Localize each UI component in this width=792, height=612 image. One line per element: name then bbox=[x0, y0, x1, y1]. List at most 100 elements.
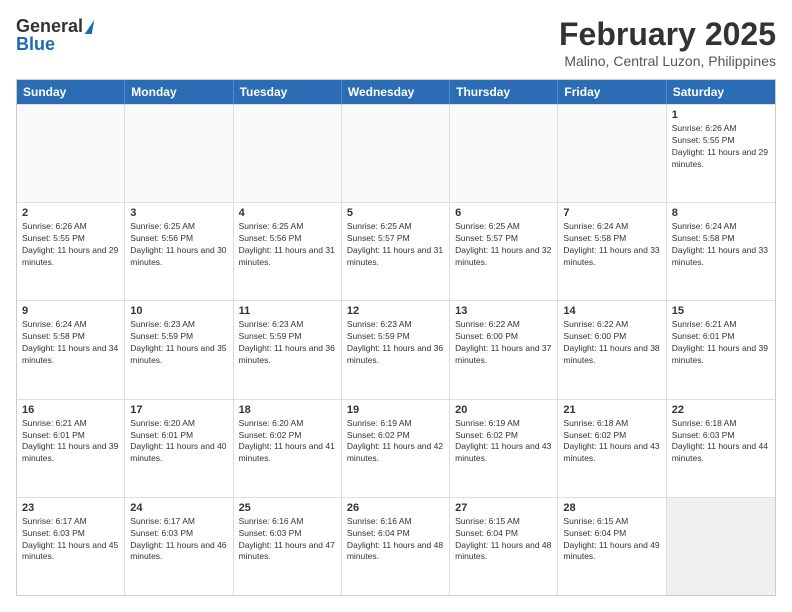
calendar-cell-w4-d4: 19Sunrise: 6:19 AMSunset: 6:02 PMDayligh… bbox=[342, 400, 450, 497]
logo-triangle-icon bbox=[85, 20, 94, 34]
day-number: 18 bbox=[239, 404, 336, 416]
calendar-cell-w3-d6: 14 Sunrise: 6:22 AMSunset: 6:00 PMDayligh… bbox=[558, 301, 666, 398]
day-header-sunday: Sunday bbox=[17, 80, 125, 104]
day-number: 9 bbox=[22, 305, 119, 317]
day-info: Sunrise: 6:16 AMSunset: 6:04 PMDaylight:… bbox=[347, 516, 444, 564]
calendar-cell-w1-d2 bbox=[125, 105, 233, 202]
calendar-cell-w1-d3 bbox=[234, 105, 342, 202]
day-info: Sunrise: 6:16 AMSunset: 6:03 PMDaylight:… bbox=[239, 516, 336, 564]
calendar-cell-w3-d3: 11Sunrise: 6:23 AMSunset: 5:59 PMDayligh… bbox=[234, 301, 342, 398]
calendar-cell-w2-d5: 6Sunrise: 6:25 AMSunset: 5:57 PMDaylight… bbox=[450, 203, 558, 300]
day-number: 1 bbox=[672, 109, 770, 121]
day-number: 28 bbox=[563, 502, 660, 514]
calendar-header: SundayMondayTuesdayWednesdayThursdayFrid… bbox=[17, 80, 775, 104]
day-info: Sunrise: 6:15 AMSunset: 6:04 PMDaylight:… bbox=[455, 516, 552, 564]
day-number: 11 bbox=[239, 305, 336, 317]
calendar-week-2: 2 Sunrise: 6:26 AMSunset: 5:55 PMDaylight… bbox=[17, 202, 775, 300]
calendar-cell-w5-d2: 24Sunrise: 6:17 AMSunset: 6:03 PMDayligh… bbox=[125, 498, 233, 595]
calendar-cell-w3-d4: 12 Sunrise: 6:23 AMSunset: 5:59 PMDayligh… bbox=[342, 301, 450, 398]
day-number: 17 bbox=[130, 404, 227, 416]
day-number: 7 bbox=[563, 207, 660, 219]
calendar-cell-w3-d5: 13 Sunrise: 6:22 AMSunset: 6:00 PMDayligh… bbox=[450, 301, 558, 398]
day-info: Sunrise: 6:18 AMSunset: 6:03 PMDaylight:… bbox=[672, 418, 770, 466]
day-header-monday: Monday bbox=[125, 80, 233, 104]
calendar-cell-w4-d2: 17 Sunrise: 6:20 AMSunset: 6:01 PMDayligh… bbox=[125, 400, 233, 497]
calendar-cell-w3-d2: 10 Sunrise: 6:23 AMSunset: 5:59 PMDayligh… bbox=[125, 301, 233, 398]
day-info: Sunrise: 6:23 AMSunset: 5:59 PMDaylight:… bbox=[130, 319, 227, 367]
calendar-cell-w1-d7: 1 Sunrise: 6:26 AMSunset: 5:55 PMDaylight… bbox=[667, 105, 775, 202]
logo-blue: Blue bbox=[16, 34, 55, 55]
calendar-cell-w4-d7: 22 Sunrise: 6:18 AMSunset: 6:03 PMDayligh… bbox=[667, 400, 775, 497]
day-info: Sunrise: 6:15 AMSunset: 6:04 PMDaylight:… bbox=[563, 516, 660, 564]
day-number: 24 bbox=[130, 502, 227, 514]
calendar-cell-w2-d4: 5 Sunrise: 6:25 AMSunset: 5:57 PMDaylight… bbox=[342, 203, 450, 300]
calendar-week-1: 1 Sunrise: 6:26 AMSunset: 5:55 PMDaylight… bbox=[17, 104, 775, 202]
day-number: 14 bbox=[563, 305, 660, 317]
day-info: Sunrise: 6:24 AMSunset: 5:58 PMDaylight:… bbox=[672, 221, 770, 269]
day-info: Sunrise: 6:18 AMSunset: 6:02 PMDaylight:… bbox=[563, 418, 660, 466]
day-info: Sunrise: 6:22 AMSunset: 6:00 PMDaylight:… bbox=[455, 319, 552, 367]
day-header-friday: Friday bbox=[558, 80, 666, 104]
day-info: Sunrise: 6:25 AMSunset: 5:56 PMDaylight:… bbox=[130, 221, 227, 269]
calendar-cell-w1-d5 bbox=[450, 105, 558, 202]
calendar-cell-w2-d1: 2 Sunrise: 6:26 AMSunset: 5:55 PMDaylight… bbox=[17, 203, 125, 300]
day-info: Sunrise: 6:22 AMSunset: 6:00 PMDaylight:… bbox=[563, 319, 660, 367]
day-info: Sunrise: 6:24 AMSunset: 5:58 PMDaylight:… bbox=[22, 319, 119, 367]
day-info: Sunrise: 6:26 AMSunset: 5:55 PMDaylight:… bbox=[672, 123, 770, 171]
day-number: 27 bbox=[455, 502, 552, 514]
calendar-body: 1 Sunrise: 6:26 AMSunset: 5:55 PMDaylight… bbox=[17, 104, 775, 595]
day-number: 19 bbox=[347, 404, 444, 416]
logo: General Blue bbox=[16, 16, 93, 55]
day-number: 16 bbox=[22, 404, 119, 416]
day-number: 3 bbox=[130, 207, 227, 219]
day-info: Sunrise: 6:24 AMSunset: 5:58 PMDaylight:… bbox=[563, 221, 660, 269]
day-number: 21 bbox=[563, 404, 660, 416]
title-block: February 2025 Malino, Central Luzon, Phi… bbox=[559, 16, 776, 69]
day-number: 20 bbox=[455, 404, 552, 416]
calendar-cell-w4-d6: 21 Sunrise: 6:18 AMSunset: 6:02 PMDayligh… bbox=[558, 400, 666, 497]
day-info: Sunrise: 6:26 AMSunset: 5:55 PMDaylight:… bbox=[22, 221, 119, 269]
calendar-cell-w5-d6: 28 Sunrise: 6:15 AMSunset: 6:04 PMDayligh… bbox=[558, 498, 666, 595]
calendar-week-4: 16 Sunrise: 6:21 AMSunset: 6:01 PMDayligh… bbox=[17, 399, 775, 497]
day-header-saturday: Saturday bbox=[667, 80, 775, 104]
header: General Blue February 2025 Malino, Centr… bbox=[16, 16, 776, 69]
day-info: Sunrise: 6:17 AMSunset: 6:03 PMDaylight:… bbox=[22, 516, 119, 564]
location: Malino, Central Luzon, Philippines bbox=[559, 53, 776, 69]
calendar-cell-w1-d6 bbox=[558, 105, 666, 202]
day-info: Sunrise: 6:21 AMSunset: 6:01 PMDaylight:… bbox=[22, 418, 119, 466]
day-number: 10 bbox=[130, 305, 227, 317]
month-year: February 2025 bbox=[559, 16, 776, 53]
calendar-week-3: 9 Sunrise: 6:24 AMSunset: 5:58 PMDaylight… bbox=[17, 300, 775, 398]
day-number: 26 bbox=[347, 502, 444, 514]
calendar-cell-w5-d3: 25 Sunrise: 6:16 AMSunset: 6:03 PMDayligh… bbox=[234, 498, 342, 595]
day-header-wednesday: Wednesday bbox=[342, 80, 450, 104]
day-info: Sunrise: 6:19 AMSunset: 6:02 PMDaylight:… bbox=[455, 418, 552, 466]
day-number: 13 bbox=[455, 305, 552, 317]
day-number: 23 bbox=[22, 502, 119, 514]
day-info: Sunrise: 6:25 AMSunset: 5:57 PMDaylight:… bbox=[347, 221, 444, 269]
calendar-week-5: 23 Sunrise: 6:17 AMSunset: 6:03 PMDayligh… bbox=[17, 497, 775, 595]
calendar-cell-w5-d7 bbox=[667, 498, 775, 595]
day-number: 4 bbox=[239, 207, 336, 219]
day-number: 8 bbox=[672, 207, 770, 219]
calendar-cell-w4-d5: 20 Sunrise: 6:19 AMSunset: 6:02 PMDayligh… bbox=[450, 400, 558, 497]
day-info: Sunrise: 6:25 AMSunset: 5:56 PMDaylight:… bbox=[239, 221, 336, 269]
calendar-cell-w4-d3: 18Sunrise: 6:20 AMSunset: 6:02 PMDayligh… bbox=[234, 400, 342, 497]
calendar-cell-w2-d7: 8 Sunrise: 6:24 AMSunset: 5:58 PMDaylight… bbox=[667, 203, 775, 300]
day-info: Sunrise: 6:20 AMSunset: 6:01 PMDaylight:… bbox=[130, 418, 227, 466]
day-number: 5 bbox=[347, 207, 444, 219]
day-number: 22 bbox=[672, 404, 770, 416]
calendar-cell-w2-d6: 7 Sunrise: 6:24 AMSunset: 5:58 PMDaylight… bbox=[558, 203, 666, 300]
page: General Blue February 2025 Malino, Centr… bbox=[0, 0, 792, 612]
day-number: 2 bbox=[22, 207, 119, 219]
day-number: 12 bbox=[347, 305, 444, 317]
calendar-cell-w4-d1: 16 Sunrise: 6:21 AMSunset: 6:01 PMDayligh… bbox=[17, 400, 125, 497]
day-info: Sunrise: 6:23 AMSunset: 5:59 PMDaylight:… bbox=[347, 319, 444, 367]
day-info: Sunrise: 6:21 AMSunset: 6:01 PMDaylight:… bbox=[672, 319, 770, 367]
calendar-cell-w5-d1: 23 Sunrise: 6:17 AMSunset: 6:03 PMDayligh… bbox=[17, 498, 125, 595]
calendar-cell-w3-d1: 9 Sunrise: 6:24 AMSunset: 5:58 PMDaylight… bbox=[17, 301, 125, 398]
calendar-cell-w1-d4 bbox=[342, 105, 450, 202]
day-number: 25 bbox=[239, 502, 336, 514]
day-info: Sunrise: 6:25 AMSunset: 5:57 PMDaylight:… bbox=[455, 221, 552, 269]
day-number: 15 bbox=[672, 305, 770, 317]
